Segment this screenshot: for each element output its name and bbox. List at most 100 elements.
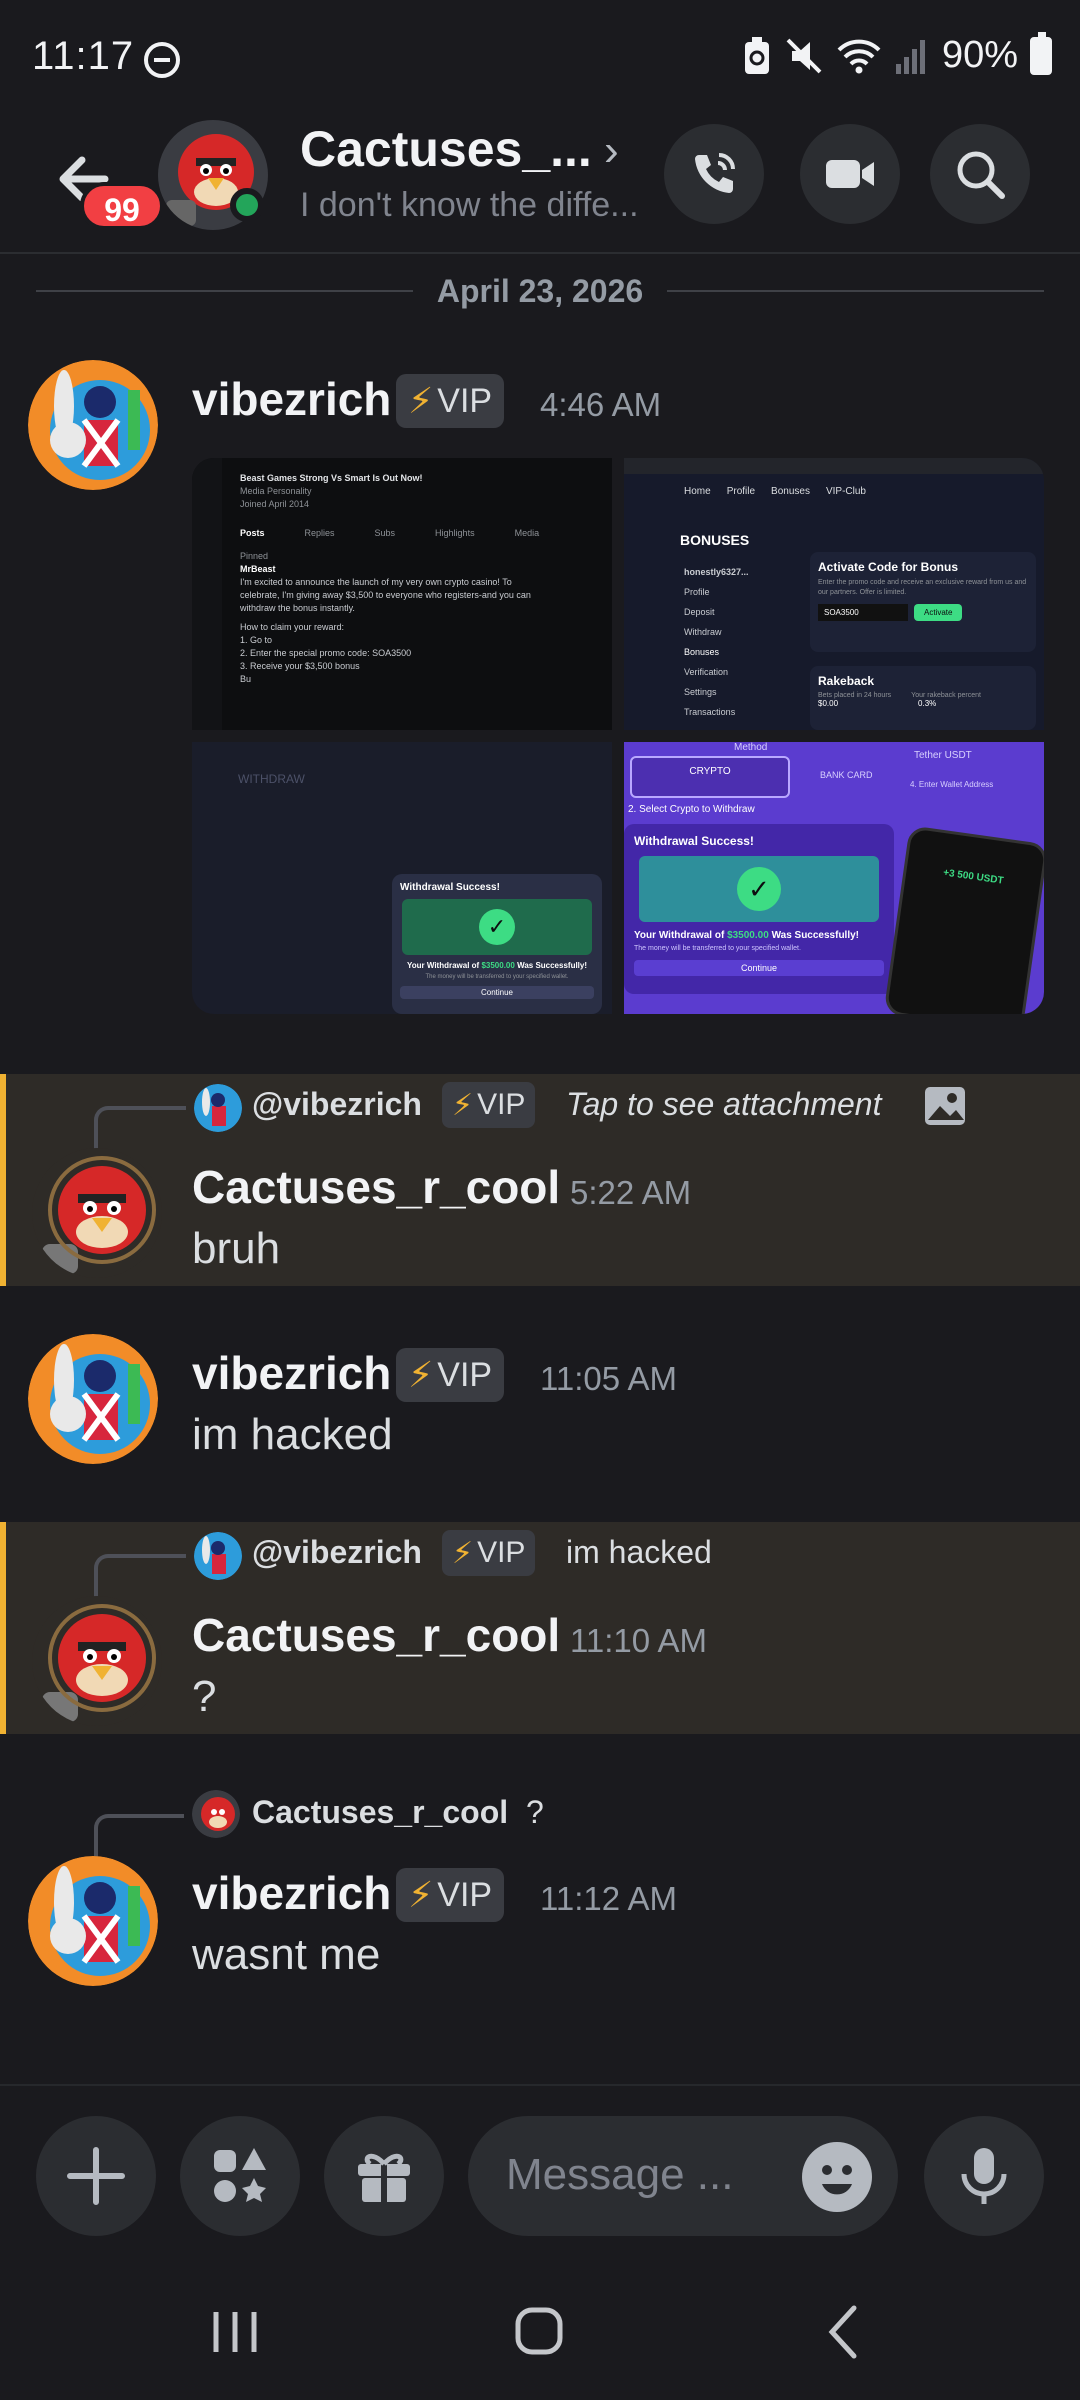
message-input[interactable]: Message ... bbox=[468, 2116, 898, 2236]
attachment-line: BANK CARD bbox=[820, 770, 873, 780]
recent-apps-icon bbox=[213, 2312, 257, 2352]
attachment-line: 2. Enter the special promo code: SOA3500 bbox=[240, 648, 412, 658]
reply-preview[interactable]: im hacked bbox=[566, 1534, 712, 1571]
avatar[interactable] bbox=[28, 1856, 158, 1986]
search-button[interactable] bbox=[930, 124, 1030, 224]
emoji-button[interactable] bbox=[802, 2142, 872, 2212]
attachment-line: Bonuses bbox=[684, 647, 720, 657]
home-button[interactable] bbox=[494, 2292, 584, 2372]
reply-avatar bbox=[194, 1084, 242, 1132]
attachment-line: $0.00 bbox=[818, 699, 839, 708]
message-author[interactable]: Cactuses_r_cool bbox=[192, 1608, 560, 1662]
message-placeholder: Message ... bbox=[506, 2150, 734, 2199]
vip-tag: ⚡ VIP bbox=[396, 374, 505, 428]
avatar[interactable] bbox=[32, 1148, 162, 1278]
attachment-line: Bonuses bbox=[771, 486, 810, 497]
message-text: im hacked bbox=[192, 1410, 393, 1459]
message[interactable]: Cactuses_r_cool ? vibezrich ⚡ VIP 11:12 A… bbox=[0, 1780, 1080, 2020]
attachment-line: Activate Code for Bonus bbox=[818, 560, 959, 574]
reply-author[interactable]: @vibezrich bbox=[252, 1086, 422, 1123]
chevron-right-icon[interactable]: › bbox=[604, 126, 619, 176]
attachment-line: Profile bbox=[726, 486, 756, 497]
reply-connector bbox=[94, 1554, 186, 1602]
attachment-line: BONUSES bbox=[680, 532, 750, 548]
reply-author[interactable]: @vibezrich bbox=[252, 1534, 422, 1571]
attachment-line: WITHDRAW bbox=[238, 772, 305, 786]
message-author[interactable]: vibezrich bbox=[192, 372, 391, 426]
gift-icon bbox=[358, 2153, 410, 2202]
attachment-line: SOA3500 bbox=[818, 604, 908, 621]
attachment-line: Rakeback bbox=[818, 674, 875, 688]
attachment-nav: Home Profile Bonuses VIP-Club bbox=[684, 486, 866, 497]
image-attachment-2[interactable]: Home Profile Bonuses VIP-Club BONUSES ho… bbox=[624, 458, 1044, 730]
plus-icon bbox=[67, 2147, 125, 2205]
vip-tag: ⚡ VIP bbox=[396, 1348, 505, 1402]
channel-header: 99 Cactuses_... › I don't know the diffe… bbox=[0, 120, 1080, 254]
success-line: Your Withdrawal of $3500.00 Was Successf… bbox=[400, 961, 594, 970]
message-author[interactable]: vibezrich bbox=[192, 1346, 391, 1400]
attachment-line: Verification bbox=[684, 667, 729, 677]
message-author[interactable]: vibezrich bbox=[192, 1866, 391, 1920]
attachment-line: $3500.00 bbox=[727, 930, 769, 941]
attachment-line: MrBeast bbox=[240, 564, 276, 574]
add-attachment-button[interactable] bbox=[36, 2116, 156, 2236]
image-attachment-1[interactable]: Beast Games Strong Vs Smart Is Out Now! … bbox=[192, 458, 612, 730]
image-attachment-4[interactable]: Method CRYPTO BANK CARD Tether USDT 2. S… bbox=[624, 742, 1044, 1014]
back-nav-button[interactable] bbox=[800, 2292, 890, 2372]
message[interactable]: vibezrich ⚡ VIP 4:46 AM Beast Games Stron… bbox=[0, 340, 1080, 1040]
message-timestamp: 5:22 AM bbox=[570, 1174, 692, 1211]
browser-bar bbox=[624, 458, 1044, 474]
message[interactable]: vibezrich ⚡ VIP 11:05 AM im hacked bbox=[0, 1320, 1080, 1490]
avatar[interactable] bbox=[28, 360, 158, 490]
message-highlighted[interactable]: @vibezrich ⚡ VIP im hacked Cactuses_r_coo… bbox=[0, 1522, 1080, 1734]
message-author[interactable]: Cactuses_r_cool bbox=[192, 1160, 560, 1214]
message-timestamp: 11:10 AM bbox=[570, 1622, 707, 1659]
home-icon bbox=[515, 2307, 563, 2355]
unread-badge: 99 bbox=[80, 182, 164, 230]
video-call-button[interactable] bbox=[800, 124, 900, 224]
image-attachment-3[interactable]: WITHDRAW Withdrawal Success! ✓ Your With… bbox=[192, 742, 612, 1014]
gift-button[interactable] bbox=[324, 2116, 444, 2236]
reply-author[interactable]: Cactuses_r_cool bbox=[252, 1794, 508, 1831]
attachment-line: Withdrawal Success! bbox=[634, 834, 754, 848]
message-text: bruh bbox=[192, 1224, 281, 1273]
checkmark-icon: ✓ bbox=[737, 867, 781, 911]
attachment-line: Your Withdrawal of bbox=[406, 961, 480, 970]
divider-line bbox=[36, 290, 413, 292]
voice-message-button[interactable] bbox=[924, 2116, 1044, 2236]
attachment-line: Bets placed in 24 hours bbox=[818, 692, 892, 699]
reply-preview[interactable]: ? bbox=[526, 1794, 544, 1831]
recent-apps-button[interactable] bbox=[190, 2292, 280, 2372]
crypto-option: CRYPTO bbox=[630, 756, 790, 798]
reply-avatar bbox=[192, 1790, 240, 1838]
phone-mockup: +3 500 USDT bbox=[883, 825, 1044, 1014]
attachment-line: Was Successfully! bbox=[771, 930, 860, 941]
vip-tag: ⚡ VIP bbox=[396, 1868, 505, 1922]
channel-subtitle[interactable]: I don't know the diffe... bbox=[300, 186, 639, 225]
message-text: ? bbox=[192, 1672, 217, 1721]
avatar[interactable] bbox=[28, 1334, 158, 1464]
success-modal: Withdrawal Success! ✓ Your Withdrawal of… bbox=[624, 824, 894, 994]
attachment-line: Your Withdrawal of bbox=[634, 930, 725, 941]
bolt-icon: ⚡ bbox=[408, 1354, 434, 1395]
attachment-line: Enter the promo code and receive an excl… bbox=[818, 579, 1027, 596]
bolt-icon: ⚡ bbox=[408, 380, 434, 421]
bolt-icon: ⚡ bbox=[452, 1088, 474, 1122]
channel-title[interactable]: Cactuses_... bbox=[300, 120, 592, 178]
apps-button[interactable] bbox=[180, 2116, 300, 2236]
attachment-line: Pinned bbox=[240, 551, 269, 561]
attachment-line: Media Personality bbox=[240, 486, 312, 496]
success-modal: Withdrawal Success! ✓ Your Withdrawal of… bbox=[392, 874, 602, 1014]
attachment-line: 2. Select Crypto to Withdraw bbox=[628, 804, 755, 815]
message-highlighted[interactable]: @vibezrich ⚡ VIP Tap to see attachment Ca… bbox=[0, 1074, 1080, 1286]
attachment-line: Settings bbox=[684, 687, 717, 697]
avatar[interactable] bbox=[32, 1596, 162, 1726]
voice-call-button[interactable] bbox=[664, 124, 764, 224]
attachment-line: Continue bbox=[400, 986, 594, 999]
success-graphic: ✓ bbox=[639, 856, 879, 922]
attachment-line: honestly6327... bbox=[684, 567, 749, 577]
reply-vip-tag: ⚡ VIP bbox=[442, 1530, 536, 1576]
reply-preview[interactable]: Tap to see attachment bbox=[566, 1086, 881, 1123]
emoji-icon bbox=[822, 2165, 852, 2195]
phone-call-icon bbox=[695, 153, 735, 193]
